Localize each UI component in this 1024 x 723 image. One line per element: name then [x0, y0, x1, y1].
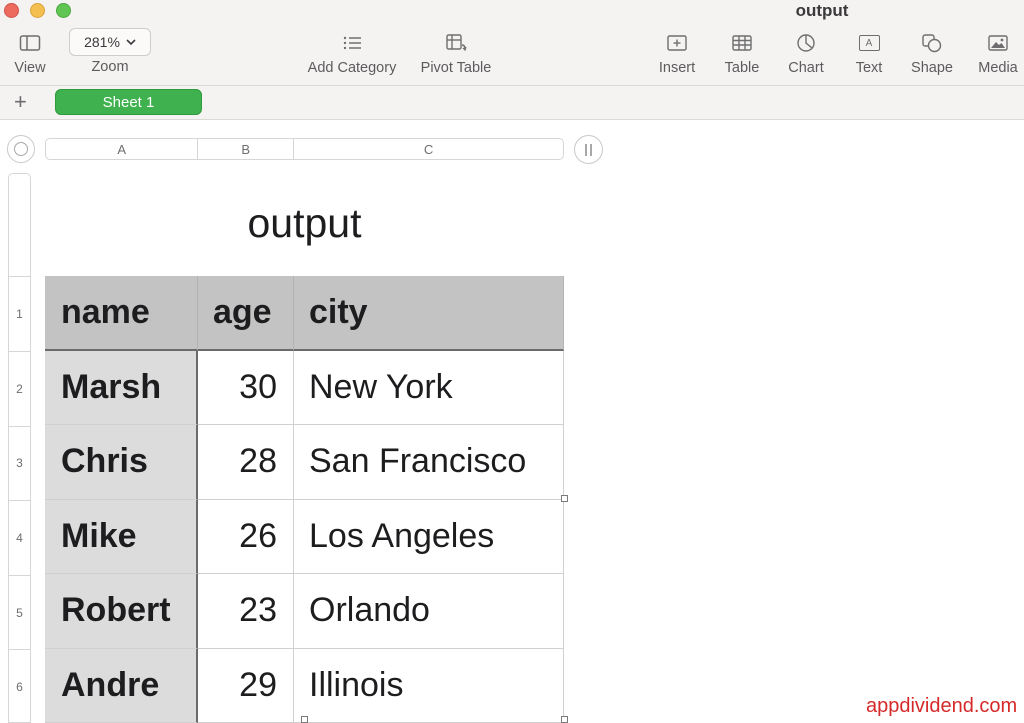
- row-header-3[interactable]: 3: [9, 456, 30, 470]
- close-window-button[interactable]: [4, 3, 19, 18]
- header-cell-city[interactable]: city: [294, 276, 564, 351]
- city-cell[interactable]: New York: [294, 350, 564, 425]
- age-cell[interactable]: 28: [198, 425, 294, 500]
- minimize-window-button[interactable]: [30, 3, 45, 18]
- table-row: Chris 28 San Francisco: [45, 425, 564, 500]
- sidebar-icon: [19, 35, 41, 51]
- chart-button[interactable]: Chart: [784, 28, 828, 76]
- row-header-2[interactable]: 2: [9, 382, 30, 396]
- select-table-button[interactable]: [7, 135, 35, 163]
- row-separator: [9, 351, 30, 352]
- data-table: name age city Marsh 30 New York Chris 28…: [45, 276, 564, 723]
- zoom-label: Zoom: [91, 59, 129, 75]
- row-separator: [9, 426, 30, 427]
- toolbar: output View 281% Zoom Add Category Pivot…: [0, 0, 1024, 86]
- chart-label: Chart: [788, 60, 824, 76]
- table-resize-handle[interactable]: [574, 135, 603, 164]
- table-title[interactable]: output: [45, 200, 564, 247]
- sheet-tab-label: Sheet 1: [102, 93, 155, 111]
- row-header-5[interactable]: 5: [9, 606, 30, 620]
- row-separator: [9, 575, 30, 576]
- add-sheet-button[interactable]: +: [14, 89, 27, 115]
- header-cell-age[interactable]: age: [198, 276, 294, 351]
- row-header-6[interactable]: 6: [9, 680, 30, 694]
- zoom-control[interactable]: 281% Zoom: [69, 28, 151, 75]
- pause-icon-bar: [590, 143, 592, 156]
- insert-label: Insert: [658, 60, 696, 76]
- insert-icon: [667, 35, 687, 51]
- selection-handle-corner[interactable]: [561, 716, 568, 723]
- pause-icon-bar: [585, 143, 587, 156]
- row-separator: [9, 500, 30, 501]
- add-category-button[interactable]: Add Category: [303, 28, 401, 76]
- view-button[interactable]: View: [10, 28, 50, 76]
- name-cell[interactable]: Chris: [45, 425, 198, 500]
- row-separator: [9, 276, 30, 277]
- zoom-dropdown[interactable]: 281%: [69, 28, 151, 56]
- chevron-down-icon: [126, 38, 136, 45]
- city-cell[interactable]: Illinois: [294, 648, 564, 723]
- sheet-tab-bar: + Sheet 1: [0, 86, 1024, 120]
- circle-icon: [14, 142, 28, 156]
- text-button[interactable]: A Text: [850, 28, 888, 76]
- pivot-table-icon: [446, 34, 467, 52]
- shape-icon: [922, 34, 942, 53]
- age-cell[interactable]: 23: [198, 574, 294, 649]
- row-header-1[interactable]: 1: [9, 307, 30, 321]
- selection-handle-bottom[interactable]: [301, 716, 308, 723]
- shape-label: Shape: [911, 60, 953, 76]
- text-box-icon: A: [858, 35, 880, 51]
- media-label: Media: [978, 60, 1018, 76]
- column-header-b[interactable]: B: [198, 139, 295, 159]
- table-row: Andre 29 Illinois: [45, 648, 564, 723]
- media-button[interactable]: Media: [975, 28, 1021, 76]
- city-cell[interactable]: Orlando: [294, 574, 564, 649]
- zoom-value: 281%: [84, 34, 120, 50]
- insert-button[interactable]: Insert: [654, 28, 700, 76]
- header-row: name age city: [45, 276, 564, 351]
- zoom-window-button[interactable]: [56, 3, 71, 18]
- column-header-c[interactable]: C: [294, 139, 563, 159]
- tab-sheet-1[interactable]: Sheet 1: [55, 89, 202, 115]
- view-label: View: [14, 60, 46, 76]
- header-cell-name[interactable]: name: [45, 276, 198, 351]
- table-icon: [732, 35, 752, 51]
- pivot-table-button[interactable]: Pivot Table: [416, 28, 496, 76]
- shape-button[interactable]: Shape: [908, 28, 956, 76]
- row-header-bar: 1 2 3 4 5 6: [8, 173, 31, 723]
- add-category-label: Add Category: [307, 60, 397, 76]
- name-cell[interactable]: Andre: [45, 648, 198, 723]
- name-cell[interactable]: Robert: [45, 574, 198, 649]
- watermark-text: appdividend.com: [866, 695, 1018, 717]
- image-icon: [988, 35, 1008, 51]
- name-cell[interactable]: Mike: [45, 499, 198, 574]
- age-cell[interactable]: 26: [198, 499, 294, 574]
- column-header-bar: A B C: [45, 138, 564, 160]
- window-title: output: [795, 1, 849, 20]
- list-icon: [343, 36, 361, 50]
- text-label: Text: [855, 60, 883, 76]
- row-separator: [9, 649, 30, 650]
- pie-chart-icon: [797, 34, 815, 52]
- pivot-table-label: Pivot Table: [420, 60, 492, 76]
- table-row: Robert 23 Orlando: [45, 574, 564, 649]
- table-row: Mike 26 Los Angeles: [45, 499, 564, 574]
- age-cell[interactable]: 29: [198, 648, 294, 723]
- age-cell[interactable]: 30: [198, 350, 294, 425]
- column-header-a[interactable]: A: [46, 139, 199, 159]
- table-button[interactable]: Table: [721, 28, 763, 76]
- name-cell[interactable]: Marsh: [45, 350, 198, 425]
- selection-handle-right[interactable]: [561, 495, 568, 502]
- table-row: Marsh 30 New York: [45, 350, 564, 425]
- table-label: Table: [724, 60, 760, 76]
- text-icon-glyph: A: [865, 37, 873, 49]
- city-cell[interactable]: San Francisco: [294, 425, 564, 500]
- city-cell[interactable]: Los Angeles: [294, 499, 564, 574]
- row-header-4[interactable]: 4: [9, 531, 30, 545]
